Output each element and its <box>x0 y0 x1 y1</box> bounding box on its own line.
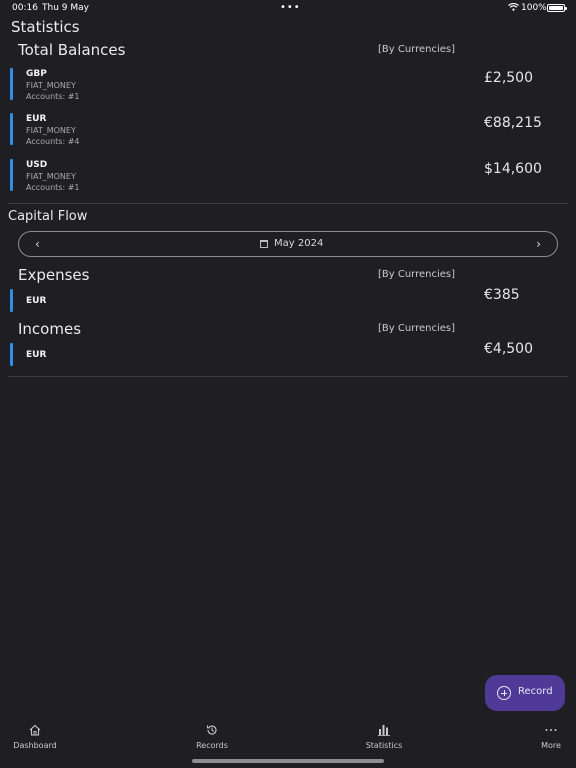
currency-type: FIAT_MONEY <box>26 126 76 135</box>
currency-code: EUR <box>26 350 47 360</box>
expenses-title: Expenses <box>18 266 90 284</box>
accounts-count: Accounts: #1 <box>26 183 80 192</box>
wifi-icon <box>508 3 519 11</box>
tab-label: Records <box>196 741 228 750</box>
plus-circle-icon <box>497 686 511 700</box>
tab-statistics[interactable]: Statistics <box>344 718 424 758</box>
expense-amount: €385 <box>484 287 520 303</box>
tab-label: More <box>541 741 561 750</box>
add-record-button[interactable]: Record <box>485 675 565 711</box>
expense-row-eur[interactable]: EUR €385 <box>0 287 576 313</box>
tab-label: Statistics <box>365 741 403 750</box>
add-record-label: Record <box>518 686 553 697</box>
incomes-by-currencies[interactable]: [By Currencies] <box>378 323 455 334</box>
currency-code: EUR <box>26 296 47 306</box>
balance-amount: €88,215 <box>484 115 542 131</box>
currency-accent-bar <box>10 159 13 191</box>
battery-percent: 100% <box>521 3 547 13</box>
tab-dashboard[interactable]: Dashboard <box>0 718 75 758</box>
currency-type: FIAT_MONEY <box>26 81 76 90</box>
home-indicator[interactable] <box>192 759 384 763</box>
battery-icon <box>547 4 567 12</box>
incomes-title: Incomes <box>18 320 82 338</box>
balance-row-eur[interactable]: EUR FIAT_MONEY Accounts: #4 €88,215 <box>0 113 576 147</box>
currency-code: EUR <box>26 114 47 124</box>
income-row-eur[interactable]: EUR €4,500 <box>0 341 576 367</box>
home-icon <box>29 724 41 736</box>
tab-records[interactable]: Records <box>172 718 252 758</box>
accounts-count: Accounts: #1 <box>26 92 80 101</box>
status-date: Thu 9 May <box>42 3 89 13</box>
more-icon <box>545 729 557 731</box>
status-time: 00:16 <box>12 3 38 13</box>
section-divider <box>8 376 568 377</box>
status-bar: 00:16 Thu 9 May ••• 100% <box>0 0 576 16</box>
currency-accent-bar <box>10 289 13 312</box>
balance-amount: £2,500 <box>484 70 533 86</box>
tab-label: Dashboard <box>13 741 57 750</box>
calendar-icon <box>260 240 268 248</box>
expenses-by-currencies[interactable]: [By Currencies] <box>378 269 455 280</box>
balance-row-gbp[interactable]: GBP FIAT_MONEY Accounts: #1 £2,500 <box>0 68 576 102</box>
currency-accent-bar <box>10 113 13 145</box>
multitask-dots-icon[interactable]: ••• <box>280 2 301 13</box>
tab-more[interactable]: More <box>511 718 576 758</box>
month-selector[interactable]: ‹ May 2024 › <box>18 231 558 257</box>
chevron-right-icon[interactable]: › <box>536 237 541 251</box>
chart-icon <box>378 725 390 736</box>
history-icon <box>206 725 217 735</box>
accounts-count: Accounts: #4 <box>26 137 80 146</box>
currency-accent-bar <box>10 343 13 366</box>
total-balances-by-currencies[interactable]: [By Currencies] <box>378 44 455 55</box>
month-label[interactable]: May 2024 <box>274 238 323 249</box>
currency-accent-bar <box>10 68 13 100</box>
section-divider <box>8 203 568 204</box>
income-amount: €4,500 <box>484 341 533 357</box>
currency-code: USD <box>26 160 48 170</box>
currency-type: FIAT_MONEY <box>26 172 76 181</box>
capital-flow-title: Capital Flow <box>8 209 88 224</box>
currency-code: GBP <box>26 69 47 79</box>
balance-row-usd[interactable]: USD FIAT_MONEY Accounts: #1 $14,600 <box>0 159 576 193</box>
balance-amount: $14,600 <box>484 161 542 177</box>
total-balances-title: Total Balances <box>18 41 126 59</box>
page-title: Statistics <box>11 18 80 36</box>
chevron-left-icon[interactable]: ‹ <box>35 237 40 251</box>
